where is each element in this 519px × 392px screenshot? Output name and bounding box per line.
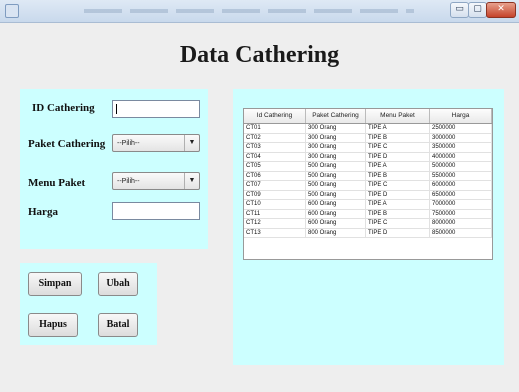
- table-row[interactable]: CT13 800 Orang TIPE D 8500000: [244, 228, 492, 238]
- column-header[interactable]: Menu Paket: [366, 109, 430, 123]
- table-cell: TIPE D: [366, 228, 430, 237]
- hapus-button[interactable]: Hapus: [28, 313, 78, 337]
- column-header[interactable]: Id Cathering: [244, 109, 306, 123]
- table-row[interactable]: CT05 500 Orang TIPE A 5000000: [244, 162, 492, 172]
- id-cathering-label: ID Cathering: [32, 102, 95, 114]
- table-cell: CT05: [244, 162, 306, 171]
- table-row[interactable]: CT02 300 Orang TIPE B 3000000: [244, 133, 492, 143]
- column-header[interactable]: Harga: [430, 109, 492, 123]
- table-cell: CT03: [244, 143, 306, 152]
- maximize-icon[interactable]: ▢: [468, 2, 487, 18]
- table-cell: 300 Orang: [306, 124, 366, 133]
- minimize-icon[interactable]: ▭: [450, 2, 469, 18]
- table-cell: 500 Orang: [306, 190, 366, 199]
- ubah-button[interactable]: Ubah: [98, 272, 138, 296]
- table-cell: TIPE B: [366, 171, 430, 180]
- table-cell: 5000000: [430, 162, 492, 171]
- table-row[interactable]: CT11 600 Orang TIPE B 7500000: [244, 209, 492, 219]
- table-row[interactable]: CT01 300 Orang TIPE A 2500000: [244, 124, 492, 134]
- table-cell: 6000000: [430, 181, 492, 190]
- table-cell: 800 Orang: [306, 228, 366, 237]
- table-cell: TIPE A: [366, 162, 430, 171]
- table-cell: TIPE C: [366, 219, 430, 228]
- table-cell: TIPE A: [366, 124, 430, 133]
- table-cell: 300 Orang: [306, 152, 366, 161]
- page-title: Data Cathering: [179, 42, 340, 68]
- table-row[interactable]: CT07 500 Orang TIPE C 6000000: [244, 181, 492, 191]
- table-cell: CT02: [244, 133, 306, 142]
- table-cell: CT04: [244, 152, 306, 161]
- menu-paket-label: Menu Paket: [28, 177, 86, 189]
- table-cell: CT09: [244, 190, 306, 199]
- close-icon[interactable]: ✕: [486, 2, 516, 18]
- table-cell: TIPE B: [366, 133, 430, 142]
- table-cell: 600 Orang: [306, 209, 366, 218]
- table-cell: 8000000: [430, 219, 492, 228]
- table-cell: 3000000: [430, 133, 492, 142]
- table-cell: CT11: [244, 209, 306, 218]
- paket-cathering-value: --Pilih--: [117, 140, 140, 147]
- paket-cathering-select[interactable]: --Pilih-- ▼: [112, 134, 200, 152]
- table-cell: CT06: [244, 171, 306, 180]
- table-cell: CT10: [244, 200, 306, 209]
- simpan-button[interactable]: Simpan: [28, 272, 82, 296]
- menu-paket-value: --Pilih--: [117, 178, 140, 185]
- id-cathering-input[interactable]: [112, 100, 200, 118]
- table-cell: 7000000: [430, 200, 492, 209]
- table-cell: TIPE C: [366, 181, 430, 190]
- paket-cathering-label: Paket Cathering: [28, 138, 106, 150]
- chevron-down-icon: ▼: [184, 135, 199, 151]
- table-cell: CT13: [244, 228, 306, 237]
- chevron-down-icon: ▼: [184, 173, 199, 189]
- app-icon: [5, 4, 19, 18]
- table-cell: 500 Orang: [306, 181, 366, 190]
- table-row[interactable]: CT04 300 Orang TIPE D 4000000: [244, 152, 492, 162]
- table-cell: 4000000: [430, 152, 492, 161]
- table-row[interactable]: CT12 600 Orang TIPE C 8000000: [244, 219, 492, 229]
- table-cell: 500 Orang: [306, 162, 366, 171]
- text-cursor: [116, 104, 117, 114]
- harga-input[interactable]: [112, 202, 200, 220]
- table-cell: 2500000: [430, 124, 492, 133]
- table-row[interactable]: CT09 500 Orang TIPE D 6500000: [244, 190, 492, 200]
- batal-button[interactable]: Batal: [98, 313, 138, 337]
- column-header[interactable]: Paket Cathering: [306, 109, 366, 123]
- table-cell: TIPE A: [366, 200, 430, 209]
- table-cell: CT12: [244, 219, 306, 228]
- window-titlebar: ▭ ▢ ✕: [0, 0, 519, 23]
- table-cell: CT07: [244, 181, 306, 190]
- table-cell: 8500000: [430, 228, 492, 237]
- table-cell: TIPE D: [366, 152, 430, 161]
- table-cell: 300 Orang: [306, 143, 366, 152]
- table-row[interactable]: CT10 600 Orang TIPE A 7000000: [244, 200, 492, 210]
- table-header: Id Cathering Paket Cathering Menu Paket …: [244, 109, 492, 124]
- table-cell: TIPE C: [366, 143, 430, 152]
- titlebar-blurred-text: [84, 9, 414, 13]
- table-cell: 6500000: [430, 190, 492, 199]
- table-cell: CT01: [244, 124, 306, 133]
- menu-paket-select[interactable]: --Pilih-- ▼: [112, 172, 200, 190]
- table-cell: TIPE D: [366, 190, 430, 199]
- table-cell: TIPE B: [366, 209, 430, 218]
- table-cell: 7500000: [430, 209, 492, 218]
- table-row[interactable]: CT03 300 Orang TIPE C 3500000: [244, 143, 492, 153]
- table-row[interactable]: CT06 500 Orang TIPE B 5500000: [244, 171, 492, 181]
- table-cell: 600 Orang: [306, 219, 366, 228]
- harga-label: Harga: [28, 206, 58, 218]
- table-cell: 500 Orang: [306, 171, 366, 180]
- table-cell: 3500000: [430, 143, 492, 152]
- data-table[interactable]: Id Cathering Paket Cathering Menu Paket …: [243, 108, 493, 260]
- table-cell: 300 Orang: [306, 133, 366, 142]
- table-cell: 5500000: [430, 171, 492, 180]
- table-cell: 600 Orang: [306, 200, 366, 209]
